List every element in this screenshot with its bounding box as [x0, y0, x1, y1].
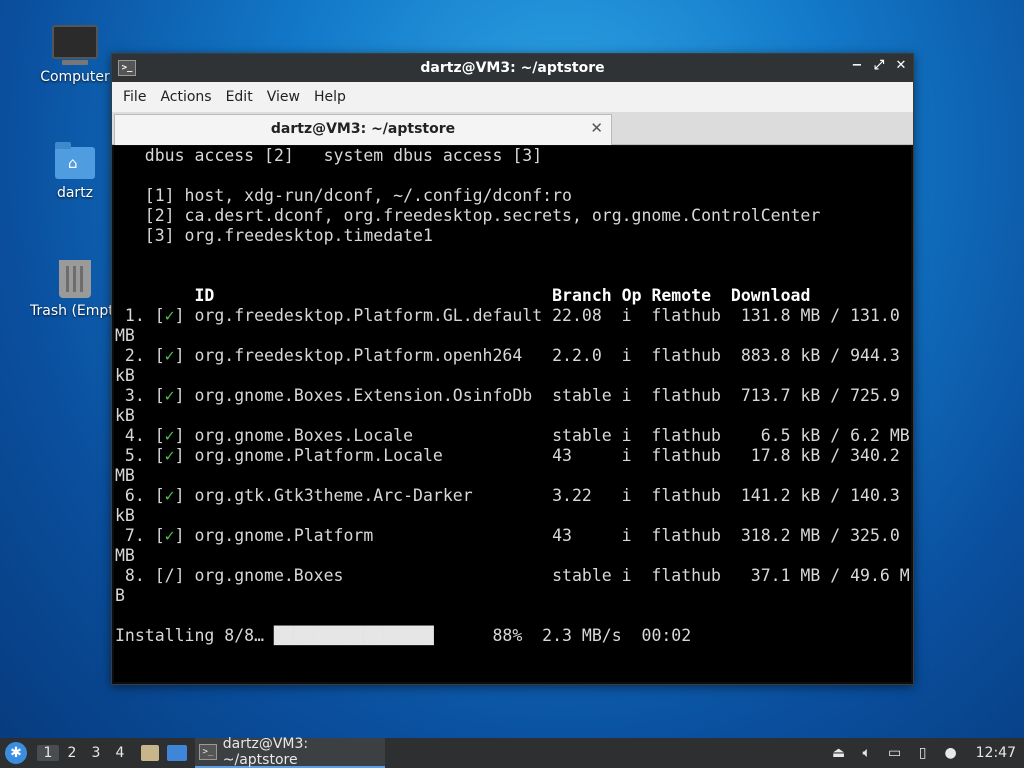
start-menu-icon[interactable]: ✱	[5, 742, 27, 764]
desktop-icon-label: dartz	[56, 185, 94, 201]
menu-edit[interactable]: Edit	[219, 89, 260, 105]
terminal-task-icon: >_	[199, 744, 217, 760]
close-button[interactable]: ✕	[895, 58, 907, 73]
file-manager-icon[interactable]	[141, 745, 159, 761]
menu-file[interactable]: File	[116, 89, 153, 105]
computer-icon	[52, 25, 98, 65]
workspace-4[interactable]: 4	[109, 745, 131, 761]
show-desktop-icon[interactable]	[167, 745, 187, 761]
menu-view[interactable]: View	[260, 89, 307, 105]
tab-close-icon[interactable]: ✕	[590, 119, 603, 137]
terminal-window[interactable]: >_ dartz@VM3: ~/aptstore − ⤢ ✕ File Acti…	[111, 53, 914, 685]
desktop-icon-label: Trash (Empty)	[30, 303, 120, 319]
taskbar-task-label: dartz@VM3: ~/aptstore	[222, 736, 309, 768]
workspace-1[interactable]: 1	[37, 745, 59, 761]
clipboard-icon[interactable]: ▯	[914, 745, 932, 761]
window-controls: − ⤢ ✕	[851, 58, 907, 73]
menu-help[interactable]: Help	[307, 89, 353, 105]
menubar: File Actions Edit View Help	[112, 82, 913, 112]
volume-icon[interactable]: 🔈︎	[858, 745, 876, 761]
workspace-2[interactable]: 2	[61, 745, 83, 761]
tab-title: dartz@VM3: ~/aptstore	[270, 121, 456, 137]
eject-icon[interactable]: ⏏	[830, 745, 848, 761]
terminal-text: dbus access [2] system dbus access [3] […	[115, 146, 910, 645]
system-tray: ⏏ 🔈︎ ▭ ▯ ● 12:47	[830, 738, 1024, 768]
home-folder-icon: ⌂	[55, 142, 95, 179]
tab-bar: dartz@VM3: ~/aptstore ✕	[112, 112, 913, 145]
maximize-button[interactable]: ⤢	[873, 58, 885, 73]
terminal-output[interactable]: dbus access [2] system dbus access [3] […	[114, 146, 911, 682]
taskbar: ✱ 1 2 3 4 >_ dartz@VM3: ~/aptstore ⏏ 🔈︎ …	[0, 736, 1024, 768]
clock[interactable]: 12:47	[976, 745, 1016, 761]
network-icon[interactable]: ▭	[886, 745, 904, 761]
taskbar-terminal-task[interactable]: >_ dartz@VM3: ~/aptstore	[195, 736, 385, 768]
tab-terminal[interactable]: dartz@VM3: ~/aptstore ✕	[114, 114, 612, 145]
desktop-icon-trash[interactable]: Trash (Empty)	[30, 260, 120, 319]
window-titlebar[interactable]: >_ dartz@VM3: ~/aptstore − ⤢ ✕	[112, 54, 913, 82]
desktop-icon-label: Computer	[40, 69, 110, 85]
desktop-icon-computer[interactable]: Computer	[30, 25, 120, 85]
workspace-3[interactable]: 3	[85, 745, 107, 761]
trash-icon	[59, 260, 91, 298]
minimize-button[interactable]: −	[851, 58, 863, 73]
desktop-icon-home[interactable]: ⌂ dartz	[30, 142, 120, 201]
update-notifier-icon[interactable]: ●	[942, 745, 960, 761]
window-title: dartz@VM3: ~/aptstore	[420, 60, 605, 76]
menu-actions[interactable]: Actions	[153, 89, 218, 105]
